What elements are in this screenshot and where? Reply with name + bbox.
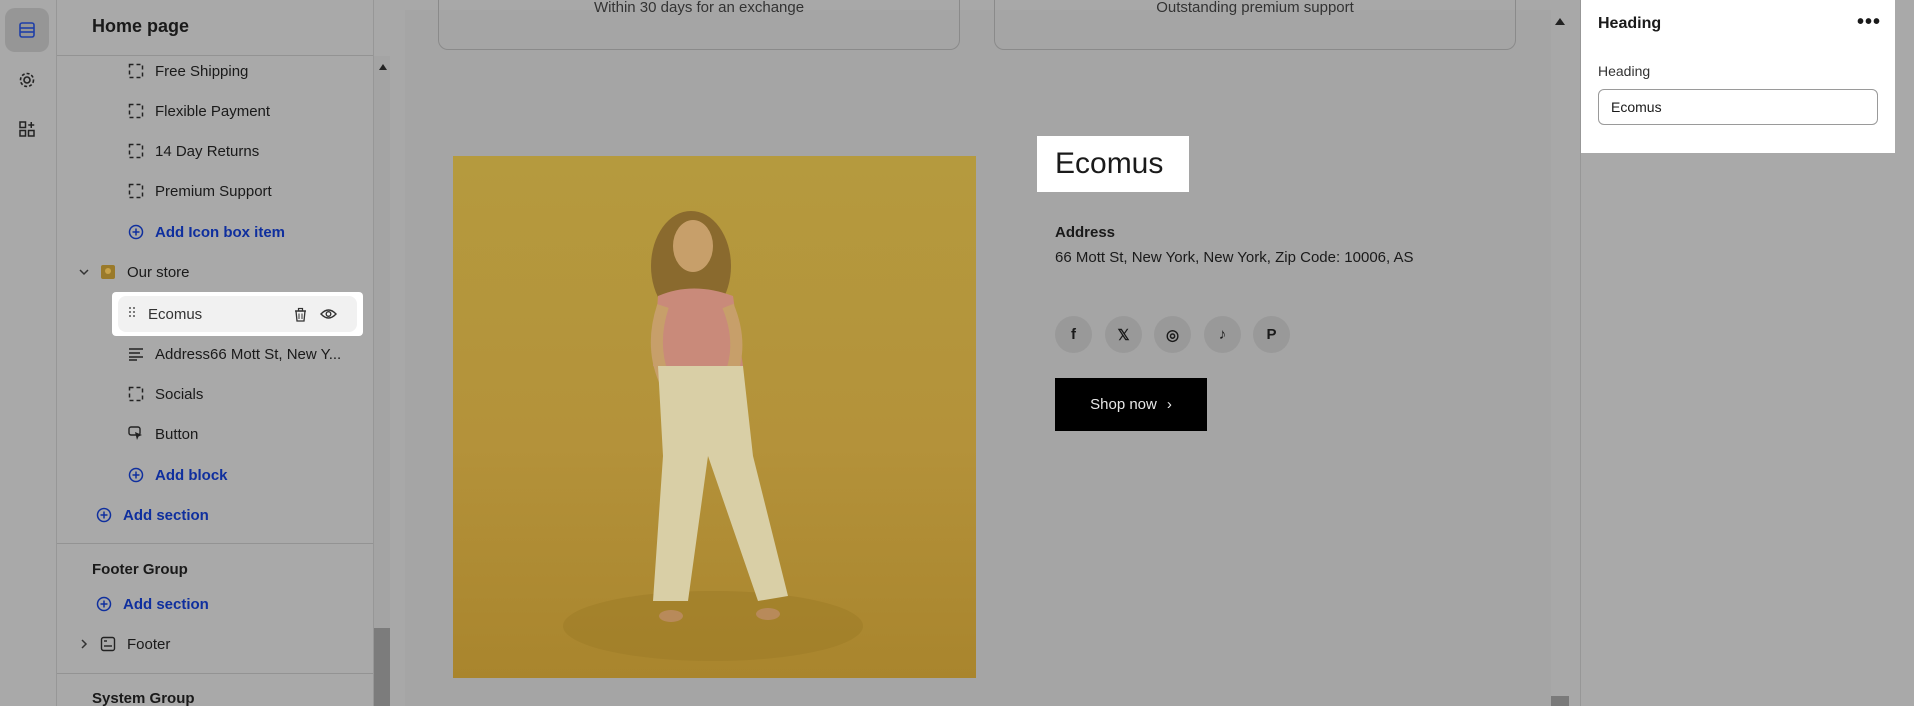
- instagram-icon[interactable]: ◎: [1154, 316, 1191, 353]
- canvas-scrollbar[interactable]: [1551, 696, 1569, 706]
- block-icon: [127, 102, 145, 120]
- info-card-text: Outstanding premium support: [1156, 0, 1354, 16]
- sections-sidebar: Home page Free Shipping Flexible Payment…: [57, 0, 374, 706]
- plus-circle-icon: [127, 223, 145, 241]
- tiktok-glyph: ♪: [1218, 326, 1227, 343]
- sections-icon: [19, 22, 35, 38]
- tiktok-icon[interactable]: ♪: [1204, 316, 1241, 353]
- facebook-glyph: f: [1071, 326, 1076, 343]
- text-icon: [127, 345, 145, 363]
- eye-icon[interactable]: [320, 308, 337, 320]
- heading-input[interactable]: [1598, 89, 1878, 125]
- sidebar-scroll-track[interactable]: [374, 56, 390, 706]
- sidebar-item-label: Socials: [155, 385, 204, 403]
- sidebar-item-label: Premium Support: [155, 182, 272, 200]
- sidebar-item-label: Free Shipping: [155, 62, 249, 80]
- pinterest-icon[interactable]: P: [1253, 316, 1290, 353]
- add-section-button[interactable]: Add section: [95, 495, 373, 535]
- sidebar-item-free-shipping[interactable]: Free Shipping: [127, 51, 373, 91]
- x-glyph: 𝕏: [1117, 326, 1130, 344]
- footer-icon: [99, 635, 117, 653]
- block-icon: [127, 385, 145, 403]
- drag-handle-icon[interactable]: [128, 305, 136, 323]
- plus-circle-icon: [127, 466, 145, 484]
- shop-now-label: Shop now: [1090, 396, 1157, 413]
- pinterest-glyph: P: [1266, 326, 1277, 343]
- heading-field-label: Heading: [1598, 63, 1651, 79]
- store-image: [453, 156, 976, 678]
- shop-now-button[interactable]: Shop now ›: [1055, 378, 1207, 431]
- sidebar-item-socials[interactable]: Socials: [127, 374, 373, 414]
- footer-add-section-label: Add section: [123, 595, 209, 613]
- sidebar-title: Home page: [92, 16, 190, 36]
- sidebar-item-flexible-payment[interactable]: Flexible Payment: [127, 91, 373, 131]
- cursor-click-icon: [127, 425, 145, 443]
- store-heading[interactable]: Ecomus: [1037, 136, 1189, 192]
- add-icon-box-item-button[interactable]: Add Icon box item: [127, 212, 373, 252]
- sidebar-item-14-day-returns[interactable]: 14 Day Returns: [127, 131, 373, 171]
- info-card-text: Within 30 days for an exchange: [593, 0, 805, 16]
- more-options-icon[interactable]: •••: [1857, 11, 1881, 34]
- add-block-button[interactable]: Add block: [127, 455, 373, 495]
- gear-icon: [19, 72, 35, 88]
- chevron-down-icon[interactable]: [75, 263, 93, 281]
- canvas-scroll-up-arrow[interactable]: [1555, 18, 1565, 25]
- add-section-label: Add section: [123, 506, 209, 524]
- sidebar-item-address[interactable]: Address66 Mott St, New Y...: [127, 334, 373, 374]
- preview-canvas: Within 30 days for an exchange Outstandi…: [390, 0, 1551, 706]
- section-footer-label: Footer: [127, 635, 171, 653]
- plus-circle-icon: [95, 595, 113, 613]
- plus-circle-icon: [95, 506, 113, 524]
- info-card-support: Outstanding premium support: [994, 0, 1516, 50]
- sidebar-item-premium-support[interactable]: Premium Support: [127, 171, 373, 211]
- sections-button[interactable]: [5, 8, 49, 52]
- add-icon-box-item-label: Add Icon box item: [155, 223, 286, 241]
- footer-add-section-button[interactable]: Add section: [95, 584, 373, 624]
- sidebar-header: Home page: [57, 0, 373, 56]
- sidebar-item-label: Ecomus: [148, 305, 203, 323]
- sidebar-item-label: Address66 Mott St, New Y...: [155, 345, 342, 363]
- settings-button[interactable]: [5, 58, 49, 102]
- section-our-store-label: Our store: [127, 263, 190, 281]
- address-label: Address: [1055, 224, 1116, 241]
- sidebar-scrollbar[interactable]: [374, 628, 390, 706]
- sidebar-scroll-up-arrow[interactable]: [379, 64, 387, 70]
- instagram-glyph: ◎: [1165, 326, 1180, 344]
- section-image-icon: [99, 263, 117, 281]
- sidebar-item-label: 14 Day Returns: [155, 142, 260, 160]
- address-text: 66 Mott St, New York, New York, Zip Code…: [1055, 249, 1414, 266]
- section-our-store[interactable]: Our store: [75, 252, 373, 292]
- facebook-icon[interactable]: f: [1055, 316, 1092, 353]
- divider: [57, 673, 373, 674]
- block-icon: [127, 182, 145, 200]
- chevron-right-icon: ›: [1166, 396, 1172, 413]
- left-rail: [0, 0, 57, 706]
- system-group-title: System Group: [92, 690, 195, 706]
- panel-title: Heading: [1598, 15, 1662, 32]
- section-footer[interactable]: Footer: [75, 624, 373, 664]
- footer-group-title: Footer Group: [92, 561, 188, 578]
- x-icon[interactable]: 𝕏: [1105, 316, 1142, 353]
- apps-icon: [19, 121, 35, 137]
- block-icon: [127, 142, 145, 160]
- selected-block: Ecomus: [118, 296, 357, 332]
- divider: [57, 543, 373, 544]
- preview-page: Within 30 days for an exchange Outstandi…: [405, 0, 1551, 706]
- heading-settings-card: Heading ••• Heading: [1581, 0, 1895, 153]
- add-block-label: Add block: [155, 466, 228, 484]
- apps-button[interactable]: [5, 107, 49, 151]
- info-card-returns: Within 30 days for an exchange: [438, 0, 960, 50]
- block-icon: [127, 62, 145, 80]
- chevron-right-icon[interactable]: [75, 635, 93, 653]
- sidebar-item-label: Flexible Payment: [155, 102, 271, 120]
- sidebar-item-ecomus[interactable]: Ecomus: [112, 292, 363, 336]
- sidebar-item-button[interactable]: Button: [127, 414, 373, 454]
- sidebar-item-label: Button: [155, 425, 199, 443]
- trash-icon[interactable]: [293, 307, 308, 322]
